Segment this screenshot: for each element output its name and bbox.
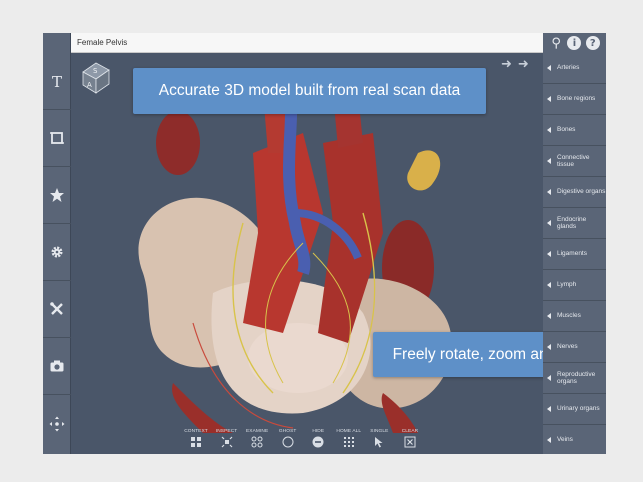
search-icon[interactable]: ⚲ (549, 36, 563, 51)
chevron-left-icon (547, 96, 551, 102)
cube-face-superior: S (93, 67, 98, 75)
crop-tool-button[interactable] (43, 110, 71, 167)
help-icon[interactable]: ? (585, 36, 600, 50)
forward-arrow-icon[interactable]: ➜ (518, 57, 529, 72)
chevron-left-icon (547, 282, 551, 288)
menu-item-arteries[interactable]: Arteries (543, 53, 606, 84)
menu-item-bones[interactable]: Bones (543, 115, 606, 146)
context-button[interactable]: CONTEXT (183, 429, 209, 454)
chevron-left-icon (547, 189, 551, 195)
menu-item-endocrine-glands[interactable]: Endocrine glands (543, 208, 606, 239)
clear-icon (404, 436, 416, 448)
inspect-icon (221, 436, 232, 448)
crop-icon (50, 132, 64, 144)
gear-icon (51, 246, 63, 258)
menu-item-ligaments[interactable]: Ligaments (543, 239, 606, 270)
chevron-left-icon (547, 375, 551, 381)
settings-button[interactable] (43, 224, 71, 281)
favorites-button[interactable] (43, 167, 71, 224)
menu-item-connective-tissue[interactable]: Connective tissue (543, 146, 606, 177)
move-icon (49, 416, 65, 431)
home-all-icon (343, 437, 354, 447)
move-button[interactable] (43, 395, 71, 452)
single-button[interactable]: SINGLE (366, 429, 392, 454)
menu-item-digestive-organs[interactable]: Digestive organs (543, 177, 606, 208)
menu-item-urinary-organs[interactable]: Urinary organs (543, 394, 606, 425)
chevron-left-icon (547, 436, 551, 443)
back-arrow-icon[interactable]: ➜ (501, 57, 512, 72)
app-frame: T Female Pelvis ⚲ i ? S A ➜ ➜ Accurate 3… (43, 33, 606, 454)
text-icon: T (52, 73, 62, 89)
orientation-cube[interactable]: S A (79, 60, 113, 94)
info-icon[interactable]: i (567, 36, 582, 50)
examine-button[interactable]: EXAMINE (244, 429, 270, 454)
menu-item-nerves[interactable]: Nerves (543, 332, 606, 363)
ghost-icon (282, 436, 294, 448)
menu-item-lymph[interactable]: Lymph (543, 270, 606, 301)
menu-item-veins[interactable]: Veins (543, 425, 606, 454)
feature-callout-model: Accurate 3D model built from real scan d… (133, 68, 486, 114)
page-title: Female Pelvis (77, 38, 128, 47)
hide-icon (312, 436, 324, 448)
tools-icon (50, 302, 63, 315)
left-toolbar: T (43, 33, 71, 454)
camera-button[interactable] (43, 338, 71, 395)
svg-text:T: T (52, 73, 62, 89)
hide-button[interactable]: HIDE (305, 429, 331, 454)
anatomy-3d-model[interactable] (133, 93, 463, 433)
single-icon (375, 437, 383, 448)
text-tool-button[interactable]: T (43, 53, 71, 110)
top-icons: ⚲ i ? (543, 33, 606, 53)
title-bar: Female Pelvis (71, 33, 543, 53)
chevron-left-icon (547, 344, 551, 350)
clear-button[interactable]: CLEAR (397, 429, 423, 454)
camera-icon (50, 360, 64, 372)
context-icon (191, 437, 201, 447)
star-icon (50, 188, 64, 202)
examine-icon (251, 436, 263, 448)
chevron-left-icon (547, 251, 551, 257)
chevron-left-icon (547, 406, 551, 412)
history-nav: ➜ ➜ (501, 57, 529, 72)
bottom-toolbar: CONTEXT INSPECT EXAMINE GHOST HIDE HOME … (183, 429, 423, 454)
chevron-left-icon (547, 65, 551, 71)
home-all-button[interactable]: HOME ALL (336, 429, 362, 454)
system-menu: Arteries Bone regions Bones Connective t… (543, 53, 606, 454)
chevron-left-icon (547, 158, 551, 164)
ghost-button[interactable]: GHOST (275, 429, 301, 454)
menu-item-muscles[interactable]: Muscles (543, 301, 606, 332)
menu-item-bone-regions[interactable]: Bone regions (543, 84, 606, 115)
inspect-button[interactable]: INSPECT (214, 429, 240, 454)
menu-item-reproductive-organs[interactable]: Reproductive organs (543, 363, 606, 394)
chevron-left-icon (547, 313, 551, 319)
cube-face-anterior: A (87, 81, 92, 89)
chevron-left-icon (547, 220, 551, 226)
tools-button[interactable] (43, 281, 71, 338)
chevron-left-icon (547, 127, 551, 133)
